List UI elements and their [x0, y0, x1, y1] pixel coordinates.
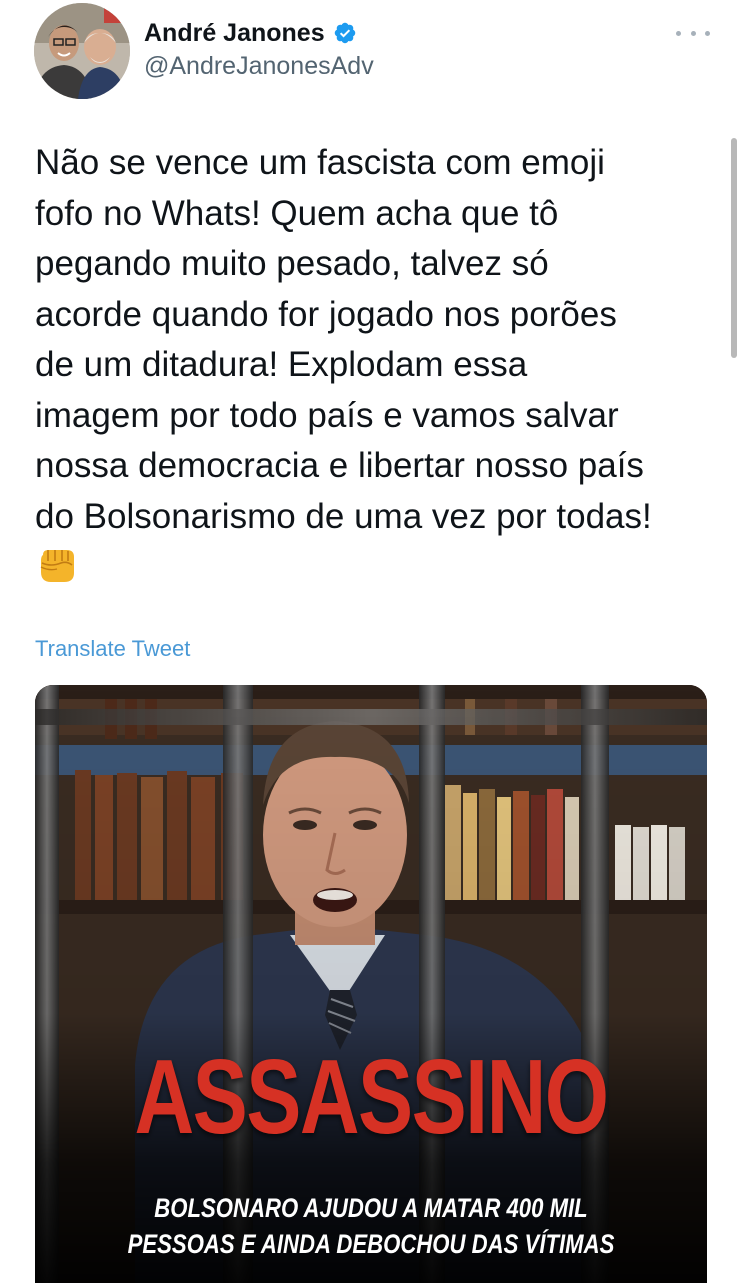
author-handle[interactable]: @AndreJanonesAdv — [144, 52, 374, 81]
author-display-name[interactable]: André Janones — [144, 19, 325, 48]
more-dot — [705, 30, 710, 36]
media-headline: ASSASSINO — [134, 1038, 610, 1156]
media-subline-2: PESSOAS E AINDA DEBOCHOU DAS VÍTIMAS — [127, 1229, 615, 1259]
fist-emoji-icon — [40, 550, 74, 582]
tweet-media-image[interactable]: ASSASSINO BOLSONARO AJUDOU A MATAR 400 M… — [35, 685, 707, 1283]
tweet-text: Não se vence um fascista com emoji fofo … — [35, 143, 652, 536]
translate-tweet-link[interactable]: Translate Tweet — [35, 636, 190, 662]
verified-badge-icon — [334, 22, 355, 44]
author-name-row[interactable]: André Janones — [144, 16, 357, 50]
scrollbar[interactable] — [731, 138, 737, 358]
more-options-icon[interactable] — [676, 20, 710, 46]
media-subline-1: BOLSONARO AJUDOU A MATAR 400 MIL — [154, 1193, 588, 1223]
more-dot — [676, 30, 681, 36]
more-dot — [690, 30, 696, 36]
avatar[interactable] — [34, 3, 130, 99]
